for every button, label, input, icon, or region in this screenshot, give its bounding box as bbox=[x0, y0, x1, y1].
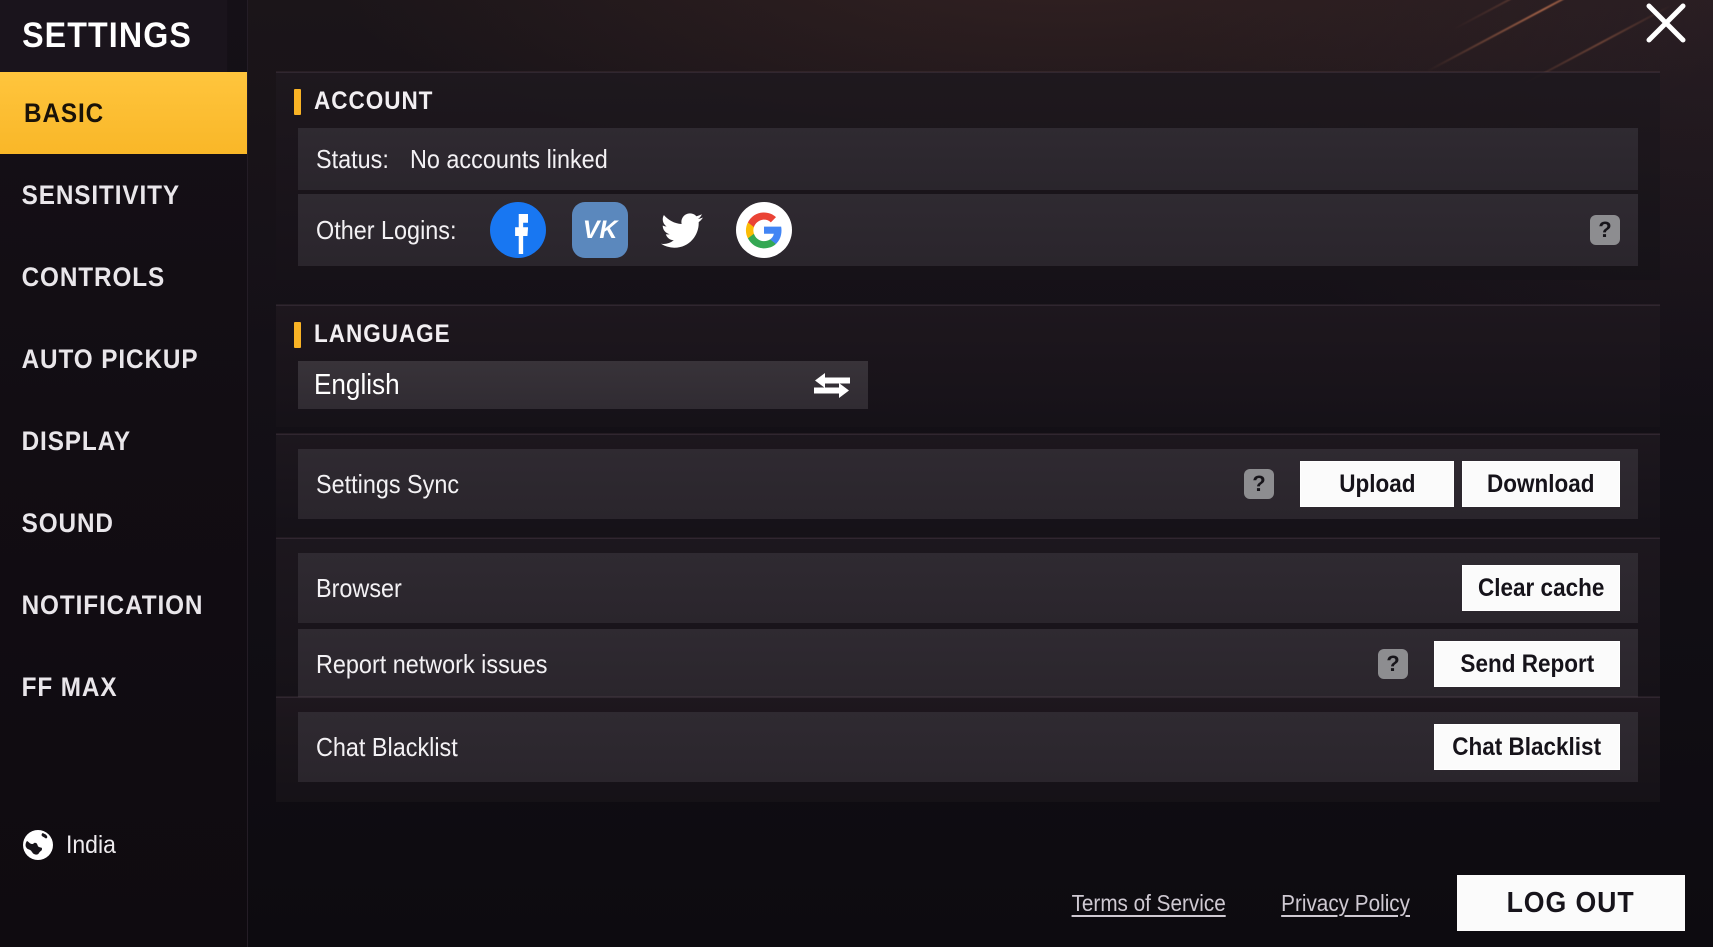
other-logins-label: Other Logins: bbox=[316, 214, 457, 245]
sidebar-item-label: CONTROLS bbox=[21, 261, 166, 292]
browser-row: Browser Clear cache bbox=[298, 553, 1638, 623]
send-report-button-label: Send Report bbox=[1460, 649, 1594, 678]
facebook-login-icon[interactable] bbox=[490, 202, 547, 258]
log-out-button[interactable]: LOG OUT bbox=[1457, 875, 1685, 931]
account-section-header: ACCOUNT bbox=[276, 73, 1660, 128]
vk-glyph: VK bbox=[582, 215, 618, 244]
chat-blacklist-button-label: Chat Blacklist bbox=[1452, 732, 1602, 761]
status-label: Status: bbox=[316, 143, 389, 174]
sidebar-item-label: BASIC bbox=[24, 97, 105, 128]
settings-sync-panel: Settings Sync ? Upload Download bbox=[276, 434, 1660, 537]
browser-network-panel: Browser Clear cache Report network issue… bbox=[276, 538, 1660, 717]
account-status-row: Status: No accounts linked bbox=[298, 128, 1638, 190]
sidebar-item-auto-pickup[interactable]: AUTO PICKUP bbox=[0, 318, 222, 400]
download-button[interactable]: Download bbox=[1462, 461, 1620, 507]
section-accent-bar bbox=[294, 88, 301, 115]
chat-blacklist-row: Chat Blacklist Chat Blacklist bbox=[298, 712, 1638, 782]
terms-of-service-link[interactable]: Terms of Service bbox=[1071, 890, 1225, 917]
sidebar-item-label: SENSITIVITY bbox=[21, 179, 181, 210]
status-value: No accounts linked bbox=[409, 143, 608, 174]
page-title: SETTINGS bbox=[0, 0, 228, 72]
chat-blacklist-label: Chat Blacklist bbox=[316, 731, 458, 762]
swap-arrows-icon bbox=[814, 373, 850, 398]
google-login-icon[interactable] bbox=[736, 202, 793, 258]
upload-button-label: Upload bbox=[1338, 469, 1416, 498]
settings-sidebar: SETTINGS BASIC SENSITIVITY CONTROLS AUTO… bbox=[0, 0, 248, 947]
send-report-button[interactable]: Send Report bbox=[1434, 641, 1620, 687]
globe-icon bbox=[23, 830, 53, 860]
sidebar-item-label: FF MAX bbox=[21, 671, 118, 702]
region-label: India bbox=[66, 830, 116, 859]
settings-sync-row: Settings Sync ? Upload Download bbox=[298, 449, 1638, 519]
privacy-policy-link[interactable]: Privacy Policy bbox=[1281, 890, 1410, 917]
sidebar-item-sound[interactable]: SOUND bbox=[0, 482, 222, 564]
report-network-help-icon[interactable]: ? bbox=[1378, 649, 1408, 679]
twitter-bird-icon bbox=[661, 213, 704, 248]
section-accent-bar bbox=[294, 321, 301, 348]
sidebar-item-controls[interactable]: CONTROLS bbox=[0, 236, 222, 318]
report-network-issues-label: Report network issues bbox=[316, 648, 548, 679]
log-out-button-label: LOG OUT bbox=[1507, 886, 1635, 919]
settings-sync-help-icon[interactable]: ? bbox=[1244, 469, 1274, 499]
social-login-list: VK bbox=[490, 202, 793, 258]
clear-cache-button-label: Clear cache bbox=[1477, 573, 1605, 602]
settings-screen: SETTINGS BASIC SENSITIVITY CONTROLS AUTO… bbox=[0, 0, 1713, 947]
sidebar-item-notification[interactable]: NOTIFICATION bbox=[0, 564, 222, 646]
language-selected-value: English bbox=[314, 368, 400, 401]
google-g-icon bbox=[746, 212, 782, 249]
twitter-login-icon[interactable] bbox=[654, 202, 710, 258]
language-section-header: LANGUAGE bbox=[276, 306, 1660, 361]
settings-footer: Terms of Service Privacy Policy LOG OUT bbox=[248, 859, 1713, 947]
upload-button[interactable]: Upload bbox=[1300, 461, 1454, 507]
other-logins-row: Other Logins: VK ? bbox=[298, 194, 1638, 266]
sidebar-item-basic[interactable]: BASIC bbox=[0, 72, 247, 154]
language-select[interactable]: English bbox=[298, 361, 868, 409]
other-logins-help-icon[interactable]: ? bbox=[1590, 215, 1620, 245]
language-heading: LANGUAGE bbox=[314, 320, 451, 348]
download-button-label: Download bbox=[1487, 469, 1595, 498]
sidebar-item-label: NOTIFICATION bbox=[21, 589, 204, 620]
report-network-issues-row: Report network issues ? Send Report bbox=[298, 629, 1638, 699]
sidebar-item-label: SOUND bbox=[21, 507, 114, 538]
sidebar-item-label: DISPLAY bbox=[21, 425, 131, 456]
browser-label: Browser bbox=[316, 572, 402, 603]
sidebar-item-label: AUTO PICKUP bbox=[21, 343, 199, 374]
clear-cache-button[interactable]: Clear cache bbox=[1462, 565, 1620, 611]
account-panel: ACCOUNT Status: No accounts linked Other… bbox=[276, 72, 1660, 280]
settings-content: ACCOUNT Status: No accounts linked Other… bbox=[248, 0, 1713, 947]
region-selector[interactable]: India bbox=[22, 829, 120, 861]
vk-login-icon[interactable]: VK bbox=[572, 202, 629, 258]
settings-sync-label: Settings Sync bbox=[316, 468, 460, 499]
chat-blacklist-panel: Chat Blacklist Chat Blacklist bbox=[276, 697, 1660, 802]
sidebar-item-display[interactable]: DISPLAY bbox=[0, 400, 222, 482]
language-panel: LANGUAGE English bbox=[276, 305, 1660, 427]
close-icon[interactable] bbox=[1637, 0, 1695, 52]
account-heading: ACCOUNT bbox=[314, 87, 434, 115]
sidebar-item-ff-max[interactable]: FF MAX bbox=[0, 646, 222, 728]
sidebar-item-sensitivity[interactable]: SENSITIVITY bbox=[0, 154, 222, 236]
chat-blacklist-button[interactable]: Chat Blacklist bbox=[1434, 724, 1620, 770]
